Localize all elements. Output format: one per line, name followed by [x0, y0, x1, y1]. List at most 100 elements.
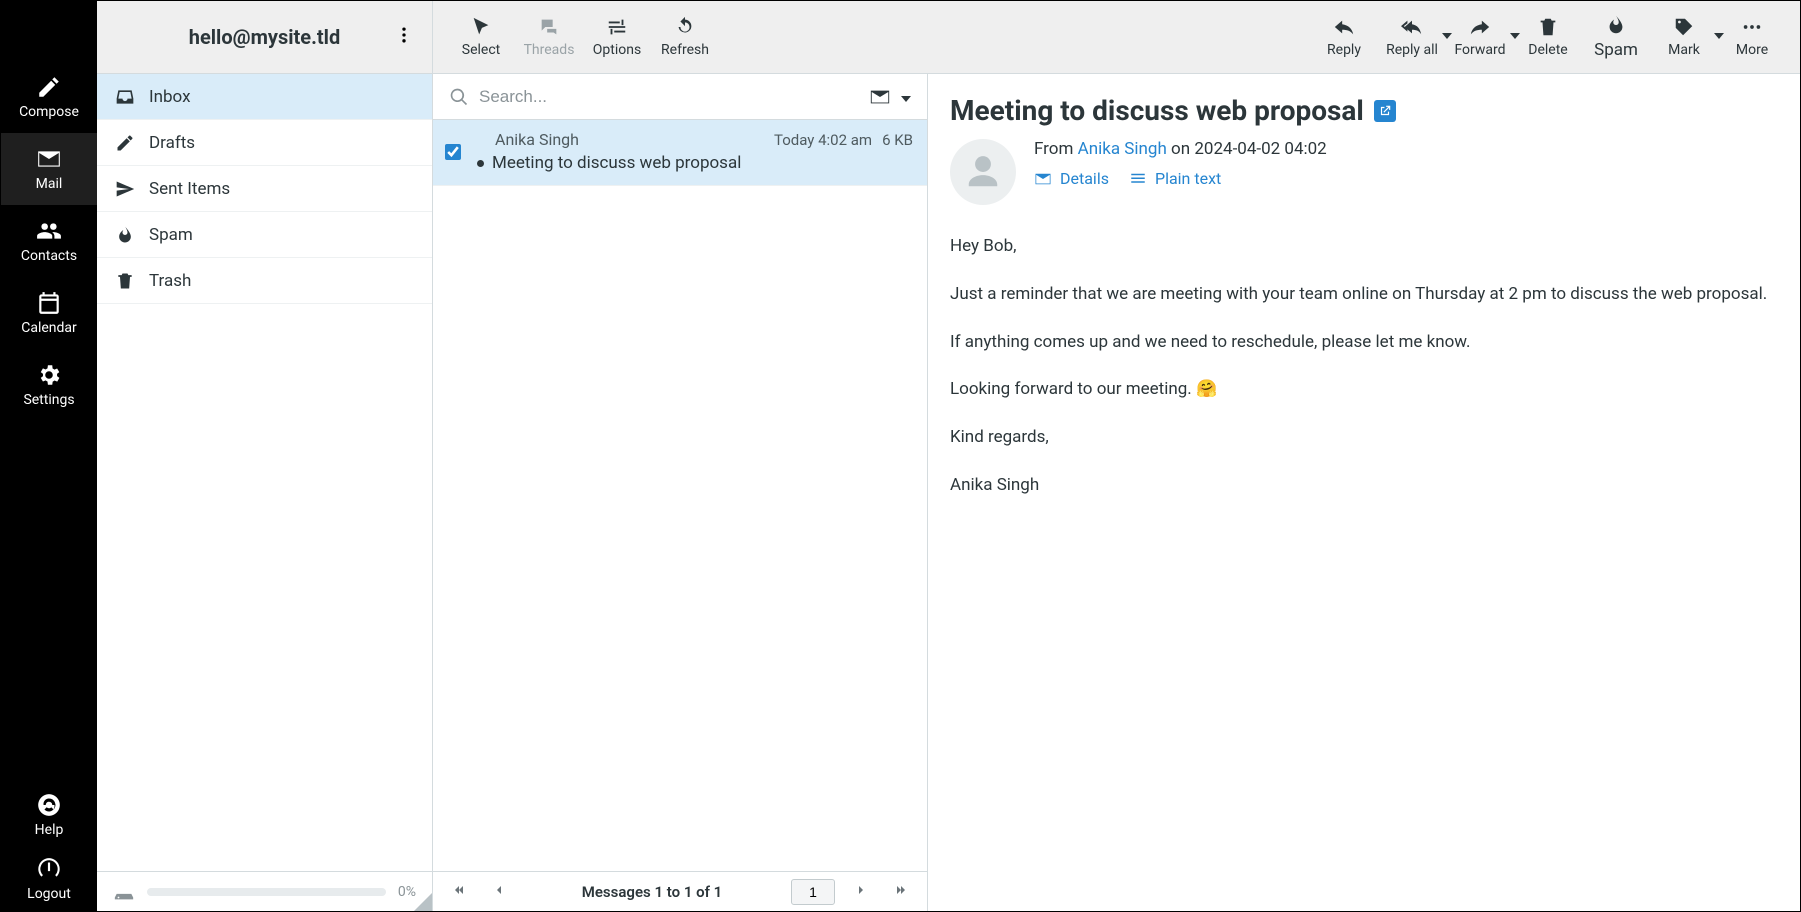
unread-dot-icon [477, 160, 484, 167]
reply-icon [1333, 16, 1355, 38]
taskbar-mail[interactable]: Mail [1, 133, 97, 205]
toolbar-forward[interactable]: Forward [1446, 1, 1514, 73]
settings-gear-icon [36, 362, 62, 388]
message-checkbox[interactable] [445, 144, 461, 160]
message-date: Today 4:02 am [774, 131, 872, 149]
taskbar-compose[interactable]: Compose [1, 61, 97, 133]
toolbar-threads: Threads [515, 1, 583, 73]
folders-header: hello@mysite.tld [97, 1, 432, 74]
taskbar-mail-label: Mail [36, 176, 63, 192]
toolbar-refresh[interactable]: Refresh [651, 1, 719, 73]
tag-icon [1673, 16, 1695, 38]
page-prev[interactable] [485, 882, 513, 902]
folder-inbox[interactable]: Inbox [97, 74, 432, 120]
threads-icon [538, 16, 560, 38]
message-list: Anika Singh Today 4:02 am 6 KB Meeting t… [433, 120, 927, 871]
inbox-icon [115, 87, 135, 107]
folder-spam[interactable]: Spam [97, 212, 432, 258]
toolbar-reply[interactable]: Reply [1310, 1, 1378, 73]
open-window-button[interactable] [1374, 100, 1396, 122]
toolbar-delete[interactable]: Delete [1514, 1, 1582, 73]
envelope-icon [1034, 170, 1052, 188]
pencil-icon [115, 133, 135, 153]
toolbar-spam[interactable]: Spam [1582, 1, 1650, 73]
preview-from-line: From Anika Singh on 2024-04-02 04:02 [1034, 139, 1327, 159]
envelope-icon[interactable] [869, 86, 891, 108]
message-size: 6 KB [882, 131, 913, 149]
trash-icon [1537, 16, 1559, 38]
search-icon [449, 87, 469, 107]
refresh-icon [674, 16, 696, 38]
taskbar-help-label: Help [35, 822, 64, 838]
toolbar-more-label: More [1736, 42, 1768, 58]
account-menu-button[interactable] [394, 25, 414, 49]
page-first[interactable] [445, 882, 473, 902]
page-last[interactable] [887, 882, 915, 902]
toolbar-select[interactable]: Select [447, 1, 515, 73]
toolbar-options-label: Options [593, 42, 641, 58]
page-next[interactable] [847, 882, 875, 902]
taskbar-contacts-label: Contacts [21, 248, 77, 264]
list-footer: Messages 1 to 1 of 1 [433, 871, 927, 911]
sliders-icon [606, 16, 628, 38]
taskbar-settings-label: Settings [23, 392, 74, 408]
calendar-icon [36, 290, 62, 316]
main-area: Select Threads Options Refresh [433, 1, 1800, 911]
taskbar-settings[interactable]: Settings [1, 349, 97, 421]
taskbar-compose-label: Compose [19, 104, 79, 120]
trash-icon [115, 271, 135, 291]
quota-footer: 0% [97, 871, 432, 911]
preview-from-name[interactable]: Anika Singh [1078, 139, 1167, 159]
details-label: Details [1060, 169, 1109, 188]
page-number-input[interactable] [791, 879, 835, 905]
compose-icon [36, 74, 62, 100]
taskbar-contacts[interactable]: Contacts [1, 205, 97, 277]
toolbar-options[interactable]: Options [583, 1, 651, 73]
body-paragraph: Kind regards, [950, 426, 1778, 450]
logout-icon [36, 856, 62, 882]
taskbar: Compose Mail Contacts Calendar Settings … [1, 1, 97, 911]
dots-horizontal-icon [1741, 16, 1763, 38]
taskbar-help[interactable]: Help [1, 783, 97, 847]
folder-trash[interactable]: Trash [97, 258, 432, 304]
toolbar-reply-label: Reply [1327, 42, 1361, 58]
body-paragraph: If anything comes up and we need to resc… [950, 331, 1778, 355]
from-label: From [1034, 139, 1073, 159]
toolbar-threads-label: Threads [524, 42, 575, 58]
preview-date: 2024-04-02 04:02 [1194, 139, 1326, 159]
on-label: on [1171, 139, 1190, 159]
disk-icon [113, 881, 135, 903]
taskbar-logout[interactable]: Logout [1, 847, 97, 911]
message-list-pane: Anika Singh Today 4:02 am 6 KB Meeting t… [433, 74, 928, 911]
taskbar-calendar[interactable]: Calendar [1, 277, 97, 349]
quota-bar [147, 888, 386, 896]
preview-pane: Meeting to discuss web proposal From Ani… [928, 74, 1800, 911]
folder-label: Inbox [149, 87, 191, 107]
body-paragraph: Looking forward to our meeting. 🤗 [950, 378, 1778, 402]
forward-icon [1469, 16, 1491, 38]
toolbar-more[interactable]: More [1718, 1, 1786, 73]
folders-pane: hello@mysite.tld Inbox Drafts Sent Items… [97, 1, 433, 911]
search-input[interactable] [479, 87, 859, 107]
toolbar-delete-label: Delete [1528, 42, 1567, 58]
toolbar-mark[interactable]: Mark [1650, 1, 1718, 73]
plain-text-label: Plain text [1155, 169, 1221, 188]
cursor-icon [470, 16, 492, 38]
details-link[interactable]: Details [1034, 169, 1109, 188]
toolbar-forward-label: Forward [1454, 42, 1505, 58]
resize-handle-icon[interactable] [414, 893, 432, 911]
search-scope-dropdown[interactable] [901, 88, 911, 106]
message-item[interactable]: Anika Singh Today 4:02 am 6 KB Meeting t… [433, 120, 927, 186]
toolbar-reply-all[interactable]: Reply all [1378, 1, 1446, 73]
folder-label: Trash [149, 271, 191, 291]
avatar [950, 139, 1016, 205]
folder-label: Spam [149, 225, 193, 245]
message-subject: Meeting to discuss web proposal [492, 153, 741, 173]
folders-list: Inbox Drafts Sent Items Spam Trash [97, 74, 432, 871]
folder-drafts[interactable]: Drafts [97, 120, 432, 166]
taskbar-logout-label: Logout [27, 886, 71, 902]
toolbar-select-label: Select [462, 42, 500, 58]
folder-sent[interactable]: Sent Items [97, 166, 432, 212]
plain-text-link[interactable]: Plain text [1129, 169, 1221, 188]
reply-all-icon [1401, 16, 1423, 38]
